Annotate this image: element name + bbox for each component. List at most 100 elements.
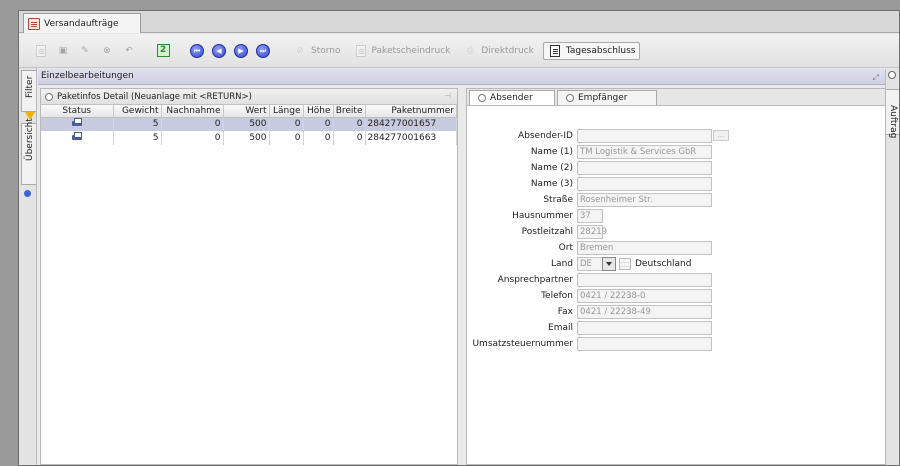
left-side-tabs: Filter Übersicht	[19, 68, 37, 465]
hausnummer-row: Hausnummer 37	[467, 209, 885, 224]
storno-icon: ⊘	[296, 45, 304, 56]
edit-icon[interactable]: ✎	[77, 43, 93, 59]
tab-uebersicht[interactable]: Übersicht	[21, 118, 36, 185]
absender-id-field[interactable]	[577, 129, 712, 143]
wert-cell: 500	[223, 131, 270, 145]
column-header-wert[interactable]: Wert	[223, 105, 270, 118]
telefon-field[interactable]: 0421 / 22238-0	[577, 289, 712, 303]
land-label: Land	[551, 259, 573, 269]
land-code-field[interactable]: DE	[577, 257, 603, 271]
land-dropdown-icon[interactable]	[602, 257, 616, 271]
breite-cell: 0	[333, 131, 366, 145]
fax-field[interactable]: 0421 / 22238-49	[577, 305, 712, 319]
tagesabschluss-label: Tagesabschluss	[565, 45, 636, 56]
land-row: Land DE Deutschland	[467, 257, 885, 272]
postleitzahl-row: Postleitzahl 28219	[467, 225, 885, 240]
new-icon[interactable]	[33, 43, 49, 59]
hausnummer-label: Hausnummer	[512, 211, 573, 221]
last-record-icon[interactable]: ⏭	[255, 43, 271, 59]
next-glyph: ▶	[234, 43, 248, 58]
save-icon[interactable]: ▣	[55, 43, 71, 59]
first-record-icon[interactable]: ⏮	[189, 43, 205, 59]
main-window: Versandaufträge ▣ ✎ ⊗ ↶ 2 ⏮ ◀ ▶ ⏭ ⊘ Storn…	[18, 10, 900, 466]
column-header-laenge[interactable]: Länge	[269, 105, 304, 118]
ust-field[interactable]	[577, 337, 712, 351]
tab-auftrag[interactable]: Auftrag	[885, 89, 899, 138]
right-side-tabs: Auftrag	[885, 69, 899, 465]
nachnahme-cell: 0	[161, 117, 224, 131]
telefon-row: Telefon 0421 / 22238-0	[467, 289, 885, 304]
lookup-button[interactable]: …	[713, 130, 729, 141]
storno-button[interactable]: ⊘ Storno	[289, 42, 344, 60]
ort-label: Ort	[558, 243, 573, 253]
direktdruck-label: Direktdruck	[481, 45, 534, 56]
hausnummer-field[interactable]: 37	[577, 209, 603, 223]
delete-icon[interactable]: ⊗	[99, 43, 115, 59]
postleitzahl-label: Postleitzahl	[521, 227, 573, 237]
toolbar: ▣ ✎ ⊗ ↶ 2 ⏮ ◀ ▶ ⏭ ⊘ Storno Paketscheindru…	[19, 34, 899, 68]
fax-row: Fax 0421 / 22238-49	[467, 305, 885, 320]
tagesabschluss-button[interactable]: Tagesabschluss	[542, 41, 640, 60]
maximize-icon[interactable]: ⤢	[873, 70, 879, 85]
tab-absender[interactable]: Absender	[469, 90, 555, 105]
paketnummer-cell: 284277001657	[365, 117, 457, 131]
radio-icon[interactable]	[888, 71, 896, 79]
paketscheindruck-label: Paketscheindruck	[371, 45, 451, 56]
name1-label: Name (1)	[530, 147, 573, 157]
hoehe-cell: 0	[303, 131, 334, 145]
column-header-gewicht[interactable]: Gewicht	[113, 105, 162, 118]
status-cell	[41, 131, 114, 145]
ansprechpartner-field[interactable]	[577, 273, 712, 287]
paket-panel: Paketinfos Detail (Neuanlage mit <RETURN…	[40, 88, 458, 465]
report-icon	[547, 43, 563, 59]
printer-icon	[71, 117, 83, 128]
refresh-icon[interactable]: 2	[155, 43, 171, 59]
tab-empfaenger[interactable]: Empfänger	[557, 90, 657, 105]
paket-panel-header: Paketinfos Detail (Neuanlage mit <RETURN…	[41, 89, 457, 105]
absender-id-label: Absender-ID	[517, 131, 573, 141]
direktdruck-button[interactable]: ⎙ Direktdruck	[459, 42, 537, 60]
next-record-icon[interactable]: ▶	[233, 43, 249, 59]
status-dot-icon	[24, 190, 31, 197]
strasse-field[interactable]: Rosenheimer Str.	[577, 193, 712, 207]
table-lookup-icon[interactable]	[619, 258, 631, 270]
document-icon	[28, 17, 40, 30]
table-row[interactable]: 5 0 500 0 0 0 284277001663	[41, 131, 457, 145]
name1-row: Name (1) TM Logistik & Services GbR	[467, 145, 885, 160]
column-header-hoehe[interactable]: Höhe	[303, 105, 334, 118]
pin-icon[interactable]: ⊣	[444, 91, 451, 100]
ort-field[interactable]: Bremen	[577, 241, 712, 255]
new-doc-glyph	[36, 44, 46, 57]
paketscheindruck-button[interactable]: Paketscheindruck	[350, 42, 454, 60]
name3-label: Name (3)	[530, 179, 573, 189]
ansprechpartner-label: Ansprechpartner	[497, 275, 573, 285]
strasse-row: Straße Rosenheimer Str.	[467, 193, 885, 208]
radio-icon	[478, 94, 486, 102]
previous-record-icon[interactable]: ◀	[211, 43, 227, 59]
breite-cell: 0	[333, 117, 366, 131]
column-header-nachnahme[interactable]: Nachnahme	[161, 105, 224, 118]
nachnahme-cell: 0	[161, 131, 224, 145]
name1-field[interactable]: TM Logistik & Services GbR	[577, 145, 712, 159]
table-row[interactable]: 5 0 500 0 0 0 284277001657	[41, 117, 457, 131]
empfaenger-tab-label: Empfänger	[578, 93, 628, 103]
printer-icon	[71, 131, 83, 142]
ort-row: Ort Bremen	[467, 241, 885, 256]
email-row: Email	[467, 321, 885, 336]
name2-field[interactable]	[577, 161, 712, 175]
column-header-status[interactable]: Status	[41, 105, 114, 118]
tab-versandauftraege[interactable]: Versandaufträge	[23, 13, 141, 33]
column-header-breite[interactable]: Breite	[333, 105, 366, 118]
undo-icon[interactable]: ↶	[121, 43, 137, 59]
tab-filter[interactable]: Filter	[21, 70, 36, 112]
hoehe-cell: 0	[303, 117, 334, 131]
email-field[interactable]	[577, 321, 712, 335]
name3-field[interactable]	[577, 177, 712, 191]
column-header-paketnummer[interactable]: Paketnummer	[365, 105, 457, 118]
storno-label: Storno	[311, 45, 341, 56]
address-tabs: Absender Empfänger	[467, 89, 885, 106]
gewicht-cell: 5	[113, 117, 162, 131]
paketnummer-cell: 284277001663	[365, 131, 457, 145]
report-glyph	[549, 44, 560, 57]
postleitzahl-field[interactable]: 28219	[577, 225, 607, 239]
